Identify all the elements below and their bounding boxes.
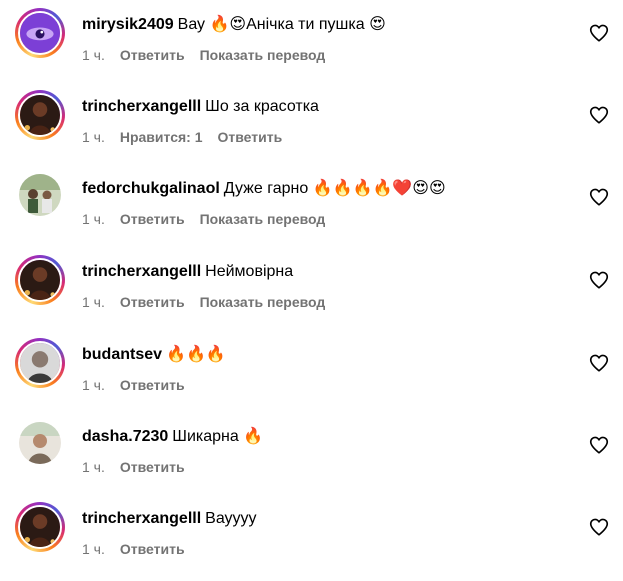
comment-time[interactable]: 1 ч. (82, 211, 105, 227)
comment-username[interactable]: dasha.7230 (82, 428, 168, 445)
outdoor-group-avatar-icon (19, 174, 61, 216)
comment-time[interactable]: 1 ч. (82, 377, 105, 393)
comment-item: mirysik2409 Вау 🔥😍Анічка ти пушка 😍 1 ч. О… (0, 4, 623, 86)
comment-meta: 1 ч. Ответить (82, 540, 200, 558)
comment-line: trincherxangelll Вауууу (82, 508, 257, 530)
reply-button[interactable]: Ответить (120, 377, 185, 393)
user-avatar[interactable] (15, 338, 65, 388)
avatar-image (18, 505, 62, 549)
comment-time[interactable]: 1 ч. (82, 294, 105, 310)
reply-button[interactable]: Ответить (120, 459, 185, 475)
comment-time[interactable]: 1 ч. (82, 459, 105, 475)
comment-line: budantsev 🔥🔥🔥 (82, 344, 226, 366)
heart-outline-icon[interactable] (588, 104, 610, 126)
likes-count[interactable]: Нравится: 1 (120, 129, 203, 145)
comments-list: mirysik2409 Вау 🔥😍Анічка ти пушка 😍 1 ч. О… (0, 0, 623, 581)
portrait-dark-avatar-icon (20, 260, 60, 300)
avatar-image (18, 258, 62, 302)
reply-button[interactable]: Ответить (120, 47, 185, 63)
heart-outline-icon[interactable] (588, 22, 610, 44)
show-translation-button[interactable]: Показать перевод (200, 47, 326, 63)
comment-line: trincherxangelll Неймовірна (82, 261, 293, 283)
avatar-image (18, 341, 62, 385)
avatar-image (19, 422, 61, 464)
reply-button[interactable]: Ответить (120, 541, 185, 557)
comment-text: 🔥🔥🔥 (166, 346, 226, 363)
comment-time[interactable]: 1 ч. (82, 129, 105, 145)
comment-line: trincherxangelll Шо за красотка (82, 96, 319, 118)
purple-eye-avatar-icon (20, 13, 60, 53)
comment-username[interactable]: trincherxangelll (82, 98, 201, 115)
comment-meta: 1 ч. Ответить Показать перевод (82, 210, 340, 228)
comment-text: Дуже гарно 🔥🔥🔥🔥❤️😍😍 (223, 180, 446, 197)
comment-item: trincherxangelll Неймовірна 1 ч. Ответить П… (0, 251, 623, 333)
comment-username[interactable]: mirysik2409 (82, 16, 174, 33)
comment-line: fedorchukgalinaol Дуже гарно 🔥🔥🔥🔥❤️😍😍 (82, 178, 446, 200)
woman-light-avatar-icon (19, 422, 61, 464)
heart-outline-icon[interactable] (588, 186, 610, 208)
comment-line: dasha.7230 Шикарна 🔥 (82, 426, 263, 448)
portrait-dark-avatar-icon (20, 507, 60, 547)
comment-text: Неймовірна (205, 263, 294, 280)
comment-text: Вау 🔥😍Анічка ти пушка 😍 (177, 16, 386, 33)
reply-button[interactable]: Ответить (120, 294, 185, 310)
comment-time[interactable]: 1 ч. (82, 47, 105, 63)
comment-text: Шикарна 🔥 (172, 428, 264, 445)
avatar-image (19, 174, 61, 216)
show-translation-button[interactable]: Показать перевод (200, 294, 326, 310)
user-avatar[interactable] (15, 255, 65, 305)
comment-username[interactable]: trincherxangelll (82, 510, 201, 527)
reply-button[interactable]: Ответить (218, 129, 283, 145)
heart-outline-icon[interactable] (588, 269, 610, 291)
comment-meta: 1 ч. Ответить Показать перевод (82, 46, 340, 64)
avatar-image (18, 11, 62, 55)
comment-username[interactable]: fedorchukgalinaol (82, 180, 220, 197)
avatar-image (18, 93, 62, 137)
comment-username[interactable]: budantsev (82, 346, 162, 363)
comment-item: budantsev 🔥🔥🔥 1 ч. Ответить (0, 334, 623, 416)
comment-item: trincherxangelll Шо за красотка 1 ч. Нрави… (0, 86, 623, 168)
comment-item: fedorchukgalinaol Дуже гарно 🔥🔥🔥🔥❤️😍😍 1 ч… (0, 168, 623, 250)
user-avatar[interactable] (19, 422, 61, 464)
comment-meta: 1 ч. Ответить (82, 458, 200, 476)
man-grey-avatar-icon (20, 343, 60, 383)
comment-text: Вауууу (205, 510, 257, 527)
comment-text: Шо за красотка (205, 98, 319, 115)
portrait-dark-avatar-icon (20, 95, 60, 135)
user-avatar[interactable] (15, 90, 65, 140)
comment-meta: 1 ч. Ответить Показать перевод (82, 293, 340, 311)
user-avatar[interactable] (15, 502, 65, 552)
comment-time[interactable]: 1 ч. (82, 541, 105, 557)
user-avatar[interactable] (19, 174, 61, 216)
reply-button[interactable]: Ответить (120, 211, 185, 227)
comment-meta: 1 ч. Нравится: 1 Ответить (82, 128, 297, 146)
comment-meta: 1 ч. Ответить (82, 376, 200, 394)
heart-outline-icon[interactable] (588, 352, 610, 374)
user-avatar[interactable] (15, 8, 65, 58)
comment-item: trincherxangelll Вауууу 1 ч. Ответить (0, 498, 623, 580)
show-translation-button[interactable]: Показать перевод (200, 211, 326, 227)
comment-username[interactable]: trincherxangelll (82, 263, 201, 280)
heart-outline-icon[interactable] (588, 434, 610, 456)
comment-line: mirysik2409 Вау 🔥😍Анічка ти пушка 😍 (82, 14, 386, 36)
heart-outline-icon[interactable] (588, 516, 610, 538)
comment-item: dasha.7230 Шикарна 🔥 1 ч. Ответить (0, 416, 623, 498)
